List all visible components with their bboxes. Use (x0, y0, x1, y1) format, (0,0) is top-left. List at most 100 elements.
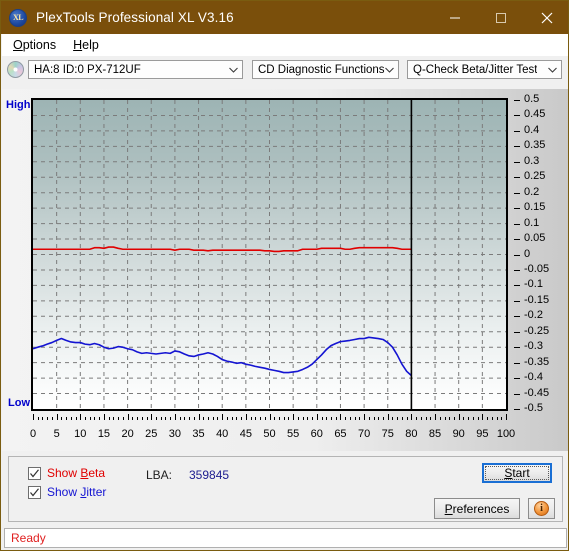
x-minor-tick-mark (345, 417, 347, 420)
show-beta-checkbox[interactable]: Show Beta (28, 466, 105, 480)
x-minor-tick-mark (354, 417, 356, 420)
y-tick-mark (514, 177, 520, 179)
x-minor-tick-mark (99, 417, 101, 420)
function-select-value: CD Diagnostic Functions (258, 63, 385, 76)
y-tick-mark (514, 146, 520, 148)
x-minor-tick-mark (170, 417, 172, 420)
menu-item-options-rest: ptions (22, 38, 57, 52)
x-tick-label: 5 (53, 428, 60, 440)
minimize-button[interactable] (432, 1, 478, 34)
y-tick-mark (514, 331, 520, 333)
test-select[interactable]: Q-Check Beta/Jitter Test (407, 60, 562, 79)
x-minor-tick-mark (255, 417, 257, 420)
x-minor-tick-mark (477, 417, 479, 420)
y-tick-mark (514, 254, 520, 256)
x-minor-tick-mark (70, 417, 72, 420)
status-bar: Ready (4, 528, 567, 548)
y-tick-label: 0.3 (524, 154, 540, 167)
plot-area[interactable] (31, 98, 508, 411)
axis-label-low: Low (8, 397, 30, 409)
x-minor-tick-mark (250, 417, 252, 420)
menu-item-help[interactable]: Help (66, 36, 106, 54)
y-tick-mark (514, 378, 520, 380)
title-bar: XL PlexTools Professional XL V3.16 (1, 1, 568, 34)
x-tick-label: 20 (121, 428, 134, 440)
x-tick-label: 65 (334, 428, 347, 440)
x-tick-label: 85 (428, 428, 442, 440)
y-tick-label: -0.35 (524, 355, 550, 368)
x-tick-label: 50 (263, 428, 276, 440)
x-tick-label: 30 (168, 428, 182, 440)
x-minor-tick-mark (141, 417, 143, 420)
start-button[interactable]: Start (482, 463, 552, 483)
x-minor-tick-mark (501, 417, 503, 420)
x-minor-tick-mark (113, 417, 115, 420)
x-tick-label: 75 (381, 428, 394, 440)
x-minor-tick-mark (118, 417, 120, 420)
window-title: PlexTools Professional XL V3.16 (36, 10, 234, 25)
x-minor-tick-mark (496, 417, 498, 420)
y-axis-ticks: 0.5 0.45 0.4 0.35 0.3 0.25 0.2 0.15 0.1 0.05 0 -0.0… (514, 94, 566, 414)
x-minor-tick-mark (132, 417, 134, 420)
y-tick-mark (514, 362, 520, 364)
y-tick-mark (514, 115, 520, 117)
x-minor-tick-mark (326, 417, 328, 420)
x-tick-mark (127, 414, 129, 420)
app-icon: XL (9, 8, 27, 27)
y-tick-label: 0.15 (524, 201, 546, 214)
y-tick-label: -0.05 (524, 262, 550, 275)
x-minor-tick-mark (392, 417, 394, 420)
x-tick-mark (80, 414, 82, 420)
check-icon (30, 487, 39, 496)
checkbox-box-beta (28, 466, 41, 480)
x-minor-tick-mark (208, 417, 209, 420)
y-tick-label: -0.2 (524, 309, 543, 322)
info-button[interactable]: i (528, 498, 555, 519)
x-minor-tick-mark (278, 417, 280, 420)
show-jitter-checkbox[interactable]: Show Jitter (28, 485, 106, 499)
x-tick-label: 10 (74, 428, 87, 440)
x-tick-mark (174, 414, 176, 420)
chevron-down-icon (548, 67, 557, 73)
x-tick-mark (458, 414, 460, 420)
y-tick-label: 0.2 (524, 185, 540, 198)
x-tick-mark (316, 414, 318, 420)
y-tick-label: -0.3 (524, 340, 543, 353)
function-select[interactable]: CD Diagnostic Functions (252, 60, 399, 79)
check-icon (30, 468, 39, 477)
x-tick-mark (56, 414, 58, 420)
x-minor-tick-mark (321, 417, 323, 420)
close-button[interactable] (524, 1, 568, 34)
x-tick-mark (245, 414, 247, 420)
x-tick-label: 70 (357, 428, 371, 440)
x-minor-tick-mark (430, 417, 432, 420)
menu-item-options[interactable]: Options (6, 36, 63, 54)
y-tick-label: 0.45 (524, 108, 546, 121)
start-button-label: Start (504, 466, 530, 480)
x-tick-mark (151, 414, 153, 420)
x-tick-mark (33, 414, 34, 420)
maximize-icon (496, 12, 506, 23)
drive-select[interactable]: HA:8 ID:0 PX-712UF (28, 60, 243, 79)
x-tick-label: 15 (97, 428, 111, 440)
x-tick-mark (293, 414, 295, 420)
show-beta-accel: B (80, 466, 89, 480)
x-minor-tick-mark (75, 417, 77, 420)
x-minor-tick-mark (491, 417, 493, 420)
x-minor-tick-mark (468, 417, 470, 420)
x-tick-mark (103, 414, 105, 420)
drive-select-value: HA:8 ID:0 PX-712UF (34, 63, 141, 76)
x-tick-label: 100 (496, 428, 516, 440)
checkbox-box-jitter (28, 485, 41, 499)
x-tick-mark (364, 414, 366, 420)
maximize-button[interactable] (478, 1, 524, 34)
x-minor-tick-mark (397, 417, 399, 420)
y-tick-mark (514, 161, 520, 163)
preferences-button[interactable]: Preferences (434, 498, 520, 519)
x-minor-tick-mark (189, 417, 191, 420)
show-beta-label: Show Beta (47, 466, 106, 480)
x-minor-tick-mark (302, 417, 304, 420)
y-tick-label: 0.5 (524, 93, 540, 105)
x-minor-tick-mark (406, 417, 408, 420)
x-minor-tick-mark (401, 417, 403, 420)
